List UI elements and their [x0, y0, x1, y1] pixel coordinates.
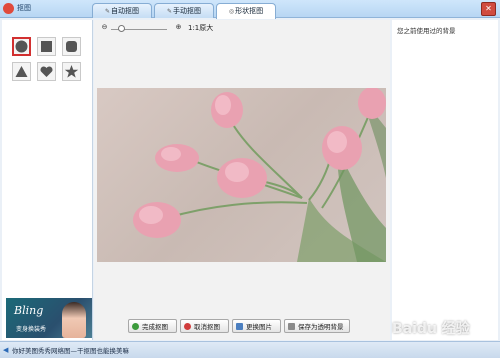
save-icon: [288, 323, 295, 330]
finish-cutout-button[interactable]: 完成抠图: [128, 319, 177, 333]
replace-image-button[interactable]: 更换图片: [232, 319, 281, 333]
tulip-photo: [133, 88, 386, 262]
status-bar: ◀ 你好美图秀秀网络图—干抠图也能换美嘛: [0, 341, 500, 358]
zoom-actual-size-button[interactable]: 1:1原大: [188, 23, 213, 33]
finish-cutout-label: 完成抠图: [142, 323, 168, 331]
editor-area: ⊖ ⊕ 1:1原大 完成抠图 取消抠图 更换图片 保存为透明背景: [94, 20, 390, 340]
tab-label: 手动抠图: [173, 7, 202, 15]
pen-icon: ✎: [166, 8, 173, 15]
tab-manual-cutout[interactable]: ✎手动抠图: [154, 3, 214, 18]
ad-banner[interactable]: Bling 变身换装秀: [6, 298, 92, 338]
tab-auto-cutout[interactable]: ✎自动抠图: [92, 3, 152, 18]
recent-backgrounds-title: 您之前使用过的背景: [397, 27, 456, 35]
ad-subtitle: 变身换装秀: [16, 326, 47, 333]
zoom-toolbar: ⊖ ⊕ 1:1原大: [94, 20, 390, 38]
tab-label: 自动抠图: [111, 7, 140, 15]
heart-icon: [40, 66, 53, 77]
zoom-slider-handle[interactable]: [118, 25, 125, 32]
circle-icon: [15, 40, 28, 53]
shape-heart-button[interactable]: [37, 62, 56, 81]
photo-canvas[interactable]: [97, 88, 386, 262]
replace-image-label: 更换图片: [246, 323, 272, 331]
shape-icon: ◎: [228, 8, 235, 15]
status-text: 你好美图秀秀网络图—干抠图也能换美嘛: [12, 347, 129, 355]
zoom-out-icon[interactable]: ⊖: [100, 23, 109, 32]
ad-title: Bling: [14, 304, 44, 317]
brush-icon: ✎: [104, 8, 111, 15]
cancel-cutout-label: 取消抠图: [194, 323, 220, 331]
shape-triangle-button[interactable]: [12, 62, 31, 81]
app-icon: [3, 3, 14, 14]
watermark-logo: Baidu 经验: [392, 321, 470, 337]
triangle-icon: [15, 66, 28, 77]
check-icon: [132, 323, 139, 330]
zoom-in-icon[interactable]: ⊕: [174, 23, 183, 32]
shape-star-button[interactable]: [62, 62, 81, 81]
image-icon: [236, 323, 243, 330]
background-history-panel: 您之前使用过的背景: [392, 20, 498, 340]
save-transparent-label: 保存为透明背景: [298, 323, 344, 331]
shape-rounded-square-button[interactable]: [62, 37, 81, 56]
rounded-square-icon: [66, 41, 77, 52]
shape-square-button[interactable]: [37, 37, 56, 56]
ad-portrait: [62, 302, 86, 338]
cancel-cutout-button[interactable]: 取消抠图: [180, 319, 229, 333]
tab-shape-cutout[interactable]: ◎形状抠图: [216, 3, 276, 19]
save-transparent-button[interactable]: 保存为透明背景: [284, 319, 350, 333]
window-title: 抠图: [17, 4, 31, 12]
close-button[interactable]: ✕: [481, 2, 496, 16]
shape-circle-button[interactable]: [12, 37, 31, 56]
star-icon: [64, 65, 79, 78]
square-icon: [41, 41, 52, 52]
speaker-icon: ◀: [3, 346, 9, 354]
action-bar: 完成抠图 取消抠图 更换图片 保存为透明背景: [94, 319, 390, 335]
tab-label: 形状抠图: [235, 7, 264, 15]
shape-panel: Bling 变身换装秀: [2, 20, 93, 340]
cancel-icon: [184, 323, 191, 330]
